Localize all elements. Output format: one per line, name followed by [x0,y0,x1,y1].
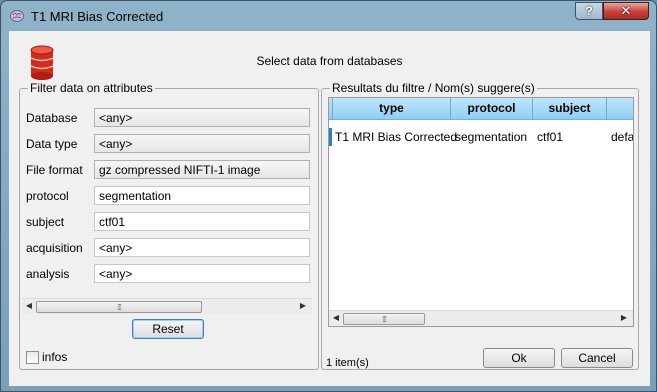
results-group: Resultats du filtre / Nom(s) suggere(s) … [321,81,639,370]
infos-checkbox[interactable] [26,351,39,364]
dialog-heading: Select data from databases [256,54,403,68]
filter-horizontal-scrollbar[interactable]: ◀ ⁞⁞⁞ ▶ [22,298,312,314]
column-header-subject[interactable]: subject [533,98,607,120]
scroll-left-icon[interactable]: ◀ [331,313,341,323]
dialog-window: T1 MRI Bias Corrected ? ✕ Select data fr… [0,0,657,392]
acquisition-field[interactable]: <any> [94,238,310,257]
title-bar[interactable]: T1 MRI Bias Corrected ? ✕ [1,1,656,31]
table-cell-extra: defa [611,130,634,144]
brainvisa-icon [9,8,25,24]
filter-group: Filter data on attributes Database <any>… [19,81,319,370]
scrollbar-thumb[interactable]: ⁞⁞⁞ [36,301,202,313]
database-combo[interactable]: <any> [94,108,310,127]
table-cell-protocol: segmentation [455,130,528,144]
filter-group-title: Filter data on attributes [28,81,155,95]
reset-button[interactable]: Reset [132,319,204,339]
scroll-right-icon[interactable]: ▶ [298,301,308,311]
column-header-extra[interactable] [607,98,633,120]
table-row[interactable]: T1 MRI Bias Corrected segmentation ctf01… [329,128,634,146]
result-count: 1 item(s) [326,357,369,369]
data-type-label: Data type [26,137,78,151]
analysis-field[interactable]: <any> [94,264,310,283]
column-header-protocol[interactable]: protocol [451,98,533,120]
table-header: type protocol subject [329,98,633,120]
protocol-field[interactable]: segmentation [94,186,310,205]
subject-field[interactable]: ctf01 [94,212,310,231]
dialog-body: Select data from databases Filter data o… [9,31,650,386]
table-cell-type: T1 MRI Bias Corrected [335,130,458,144]
file-format-combo[interactable]: gz compressed NIFTI-1 image [94,160,310,179]
scroll-left-icon[interactable]: ◀ [24,301,34,311]
window-title: T1 MRI Bias Corrected [31,9,164,24]
help-icon[interactable]: ? [575,2,603,20]
ok-button[interactable]: Ok [483,348,555,368]
data-type-combo[interactable]: <any> [94,134,310,153]
table-cell-subject: ctf01 [537,130,564,144]
analysis-label: analysis [26,267,70,281]
selection-marker [329,128,332,146]
column-header-type[interactable]: type [333,98,451,120]
subject-label: subject [26,215,65,229]
database-label: Database [26,111,78,125]
results-horizontal-scrollbar[interactable]: ◀ ⁞⁞⁞ ▶ [329,310,633,326]
scroll-right-icon[interactable]: ▶ [619,313,629,323]
protocol-label: protocol [26,189,69,203]
cancel-button[interactable]: Cancel [561,348,633,368]
close-icon[interactable]: ✕ [603,2,649,20]
acquisition-label: acquisition [26,241,83,255]
infos-label[interactable]: infos [42,350,67,364]
results-table: type protocol subject T1 MRI Bias Correc… [328,97,634,327]
scrollbar-thumb[interactable]: ⁞⁞⁞ [343,313,425,325]
results-group-title: Resultats du filtre / Nom(s) suggere(s) [330,81,537,95]
file-format-label: File format [26,163,83,177]
